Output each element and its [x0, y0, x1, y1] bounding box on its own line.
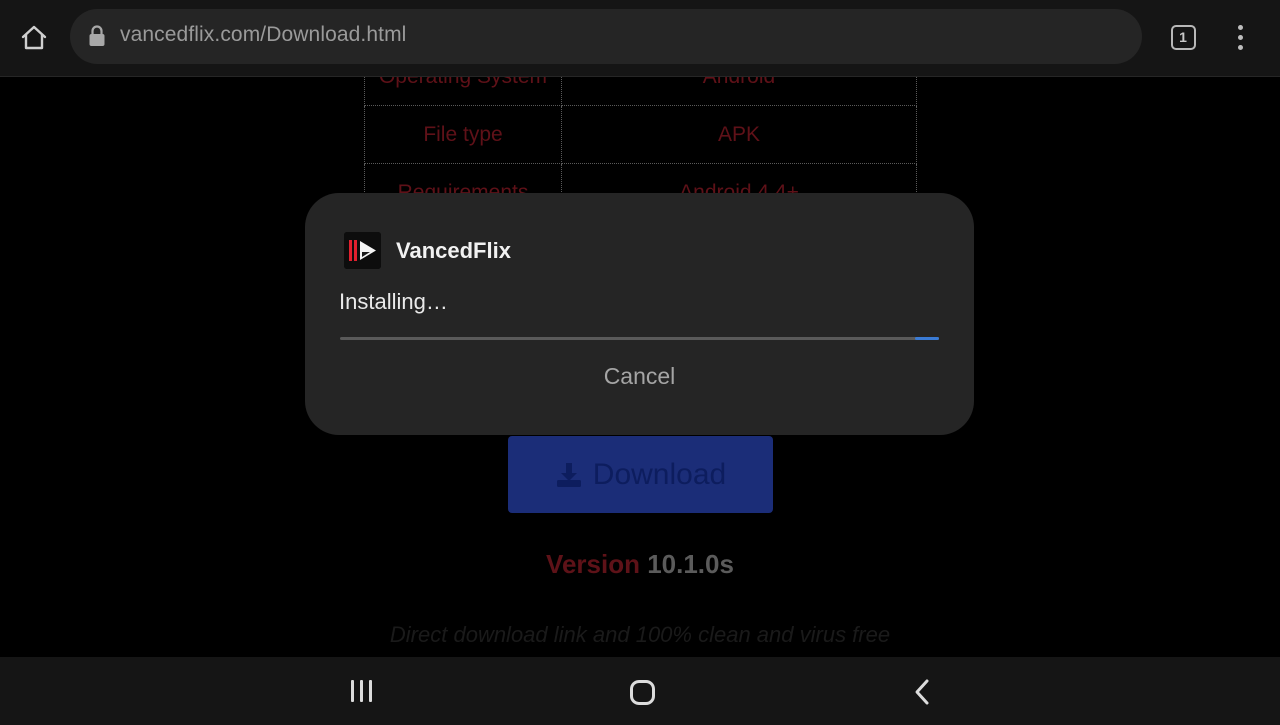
- lock-icon: [89, 25, 105, 46]
- more-vert-icon: [1237, 24, 1243, 30]
- recents-icon: [350, 680, 354, 702]
- download-icon: [556, 462, 581, 487]
- table-row: File type APK: [364, 105, 917, 164]
- table-row: Operating System Android: [364, 77, 917, 106]
- version-line: Version 10.1.0s: [0, 549, 1280, 580]
- table-value: Android: [561, 77, 917, 106]
- cancel-button[interactable]: Cancel: [305, 353, 974, 399]
- version-label: Version: [546, 549, 640, 579]
- browser-toolbar: vancedflix.com/Download.html 1: [0, 0, 1280, 77]
- download-label: Download: [592, 457, 727, 491]
- install-progress-fill: [915, 337, 939, 340]
- browser-home-button[interactable]: [14, 18, 54, 58]
- recents-icon-bar: [359, 680, 363, 702]
- recents-icon-bar: [368, 680, 372, 702]
- system-back-button[interactable]: [906, 675, 938, 709]
- nav-home-icon: [629, 679, 655, 705]
- recents-button[interactable]: [343, 677, 379, 705]
- install-status: Installing…: [339, 289, 448, 314]
- install-progress-bar: [340, 337, 939, 340]
- browser-menu-button[interactable]: [1224, 16, 1256, 58]
- tagline: Direct download link and 100% clean and …: [389, 622, 891, 647]
- download-button[interactable]: Download: [508, 436, 773, 513]
- home-icon: [21, 25, 47, 50]
- vancedflix-app-icon: [344, 232, 381, 269]
- system-home-button[interactable]: [624, 674, 660, 710]
- version-number: 10.1.0s: [647, 549, 734, 579]
- table-key: Operating System: [364, 77, 562, 106]
- install-dialog: VancedFlix Installing… Cancel: [305, 193, 974, 435]
- table-value: APK: [561, 105, 917, 164]
- url-text: vancedflix.com/Download.html: [120, 23, 407, 46]
- tabs-icon: 1: [1170, 24, 1196, 50]
- table-key: File type: [364, 105, 562, 164]
- dialog-app-name: VancedFlix: [396, 238, 511, 263]
- tab-switcher-button[interactable]: 1: [1166, 20, 1200, 54]
- system-nav-bar: [0, 657, 1280, 725]
- more-vert-dot: [1237, 44, 1243, 50]
- tab-count: 1: [1179, 29, 1187, 45]
- back-icon: [915, 679, 929, 705]
- address-bar[interactable]: vancedflix.com/Download.html: [70, 9, 1142, 64]
- more-vert-dot: [1237, 34, 1243, 40]
